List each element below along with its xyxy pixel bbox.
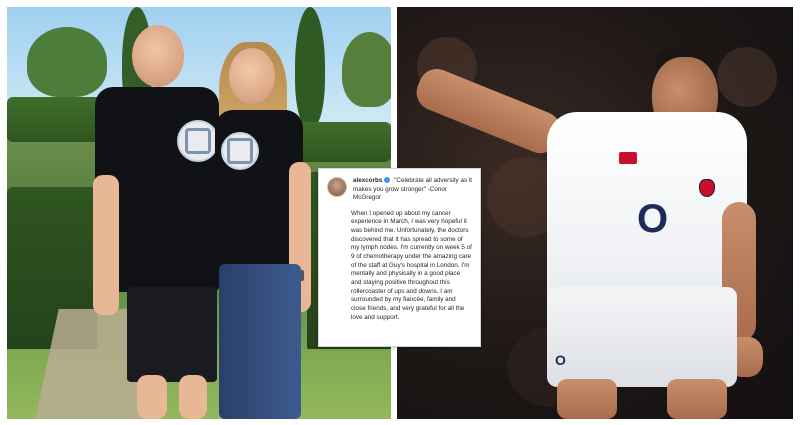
man xyxy=(87,25,227,419)
woman-jeans xyxy=(219,264,301,419)
avatar[interactable] xyxy=(327,177,347,197)
sponsor-logo-icon xyxy=(619,152,637,164)
player-leg xyxy=(667,379,727,419)
man-arm xyxy=(93,175,119,315)
woman-head xyxy=(229,48,275,104)
woman xyxy=(207,42,317,419)
instagram-post-card: alexcorbs "Celebrate all adversity as it… xyxy=(318,168,481,347)
shirt-logo-icon xyxy=(221,132,259,170)
man-leg xyxy=(179,375,207,419)
post-caption-body: When I opened up about my cancer experie… xyxy=(351,209,472,321)
tree xyxy=(342,32,391,107)
england-shorts xyxy=(547,287,737,387)
username[interactable]: alexcorbs xyxy=(353,177,382,184)
man-shorts xyxy=(127,287,217,382)
player-leg xyxy=(557,379,617,419)
post-caption-quote: alexcorbs "Celebrate all adversity as it… xyxy=(353,177,472,203)
man-leg xyxy=(137,375,167,419)
jersey-o2-logo: O xyxy=(637,197,669,241)
shorts-o2-logo: O xyxy=(555,352,566,368)
verified-badge-icon xyxy=(384,177,391,184)
england-rose-icon xyxy=(699,179,715,197)
pointing-arm xyxy=(411,63,566,159)
man-head xyxy=(132,25,184,87)
post-header: alexcorbs "Celebrate all adversity as it… xyxy=(327,177,472,203)
